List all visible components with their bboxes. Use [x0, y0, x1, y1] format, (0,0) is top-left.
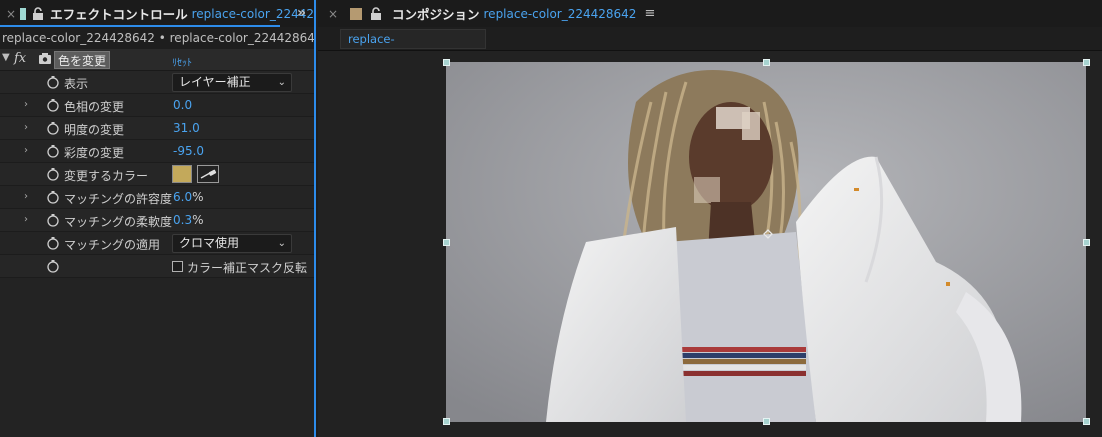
composition-title[interactable]: コンポジション — [392, 4, 480, 23]
panel-menu-icon[interactable]: ≡ — [644, 6, 655, 21]
transform-handle-bottom-center[interactable] — [763, 418, 770, 425]
stopwatch-icon[interactable] — [46, 98, 60, 112]
stopwatch-icon[interactable] — [46, 259, 60, 273]
prop-row-match-colors: マッチングの適用 クロマ使用 ⌄ — [0, 232, 314, 255]
chevron-down-icon: ⌄ — [277, 238, 286, 249]
transform-handle-top-left[interactable] — [443, 59, 450, 66]
prop-label: 明度の変更 — [64, 123, 125, 137]
expand-chevron-icon[interactable]: › — [24, 99, 28, 110]
saturation-value[interactable]: -95.0 — [173, 144, 204, 158]
composition-subtab[interactable]: replace-color_224428642 — [340, 29, 486, 64]
softness-number[interactable]: 0.3 — [173, 213, 192, 227]
percent-unit: % — [192, 213, 204, 227]
hue-value[interactable]: 0.0 — [173, 98, 192, 112]
panel-color-swatch — [350, 7, 362, 20]
prop-label: 変更するカラー — [64, 169, 149, 183]
transform-handle-mid-right[interactable] — [1083, 239, 1090, 246]
transform-handle-top-right[interactable] — [1083, 59, 1090, 66]
panel-overflow-icon[interactable]: » — [297, 5, 306, 21]
layer-path: replace-color_224428642 • replace-color_… — [0, 27, 314, 49]
close-tab-icon[interactable]: × — [328, 7, 342, 21]
percent-unit: % — [192, 190, 204, 204]
prop-row-view: 表示 レイヤー補正 ⌄ — [0, 71, 314, 94]
lock-icon[interactable] — [32, 6, 44, 21]
fx-toggle[interactable]: fx — [14, 51, 26, 66]
prop-label: マッチングの柔軟度 — [64, 215, 173, 229]
view-dropdown[interactable]: レイヤー補正 ⌄ — [172, 73, 292, 92]
stopwatch-icon[interactable] — [46, 213, 60, 227]
composition-viewer[interactable] — [318, 51, 1102, 437]
transform-handle-bottom-left[interactable] — [443, 418, 450, 425]
effect-name[interactable]: 色を変更 — [54, 51, 111, 69]
invert-mask-checkbox[interactable] — [172, 261, 183, 272]
lock-icon[interactable] — [370, 6, 386, 21]
prop-label: マッチングの適用 — [64, 238, 161, 252]
stopwatch-icon[interactable] — [46, 144, 60, 158]
transform-handle-bottom-right[interactable] — [1083, 418, 1090, 425]
video-frame-image — [446, 62, 1086, 422]
dropdown-value: レイヤー補正 — [179, 75, 251, 89]
effect-preset-icon[interactable] — [38, 52, 52, 66]
composition-subtabbar: replace-color_224428642 — [318, 27, 1102, 64]
prop-row-invert-mask: カラー補正マスク反転 — [0, 255, 314, 278]
prop-label: 色相の変更 — [64, 100, 125, 114]
effect-controls-title[interactable]: エフェクトコントロール — [50, 4, 188, 23]
transform-handle-mid-left[interactable] — [443, 239, 450, 246]
effect-controls-comp-name[interactable]: replace-color_22442 — [192, 7, 314, 21]
expand-chevron-icon[interactable]: › — [24, 145, 28, 156]
expand-chevron-icon[interactable]: › — [24, 122, 28, 133]
effect-controls-tabbar: × エフェクトコントロール replace-color_22442 — [0, 0, 314, 27]
composition-frame[interactable] — [446, 62, 1086, 422]
lightness-value[interactable]: 31.0 — [173, 121, 200, 135]
expand-chevron-icon[interactable]: › — [24, 214, 28, 225]
prop-label: マッチングの許容度 — [64, 192, 173, 206]
softness-value[interactable]: 0.3% — [173, 213, 204, 227]
composition-comp-name[interactable]: replace-color_224428642 — [484, 7, 637, 21]
effect-header: ▼ fx 色を変更 ﾘｾｯﾄ — [0, 49, 314, 71]
prop-label: 彩度の変更 — [64, 146, 125, 160]
stopwatch-icon[interactable] — [46, 75, 60, 89]
chevron-down-icon: ⌄ — [277, 77, 286, 88]
expand-chevron-icon[interactable]: › — [24, 191, 28, 202]
active-tab-underline — [0, 25, 280, 27]
panel-color-swatch — [20, 7, 27, 20]
dropdown-value: クロマ使用 — [179, 236, 240, 250]
composition-panel: × コンポジション replace-color_224428642 ≡ repl… — [318, 0, 1102, 437]
stopwatch-icon[interactable] — [46, 236, 60, 250]
transform-handle-top-center[interactable] — [763, 59, 770, 66]
close-tab-icon[interactable]: × — [6, 7, 16, 21]
stopwatch-icon[interactable] — [46, 167, 60, 181]
tolerance-number[interactable]: 6.0 — [173, 190, 192, 204]
stopwatch-icon[interactable] — [46, 190, 60, 204]
prop-row-target-color: 変更するカラー — [0, 163, 314, 186]
composition-tabbar: × コンポジション replace-color_224428642 ≡ — [318, 0, 1102, 27]
match-colors-dropdown[interactable]: クロマ使用 ⌄ — [172, 234, 292, 253]
prop-row-saturation: › 彩度の変更 -95.0 — [0, 140, 314, 163]
target-color-swatch[interactable] — [172, 165, 192, 183]
collapse-chevron-icon[interactable]: ▼ — [2, 52, 10, 63]
prop-label: 表示 — [64, 77, 89, 91]
effect-controls-panel: × エフェクトコントロール replace-color_22442 » repl… — [0, 0, 316, 437]
eyedropper-icon[interactable] — [197, 165, 219, 183]
invert-mask-label[interactable]: カラー補正マスク反転 — [187, 259, 307, 276]
stopwatch-icon[interactable] — [46, 121, 60, 135]
tolerance-value[interactable]: 6.0% — [173, 190, 204, 204]
prop-row-lightness: › 明度の変更 31.0 — [0, 117, 314, 140]
prop-row-hue: › 色相の変更 0.0 — [0, 94, 314, 117]
prop-row-softness: › マッチングの柔軟度 0.3% — [0, 209, 314, 232]
prop-row-tolerance: › マッチングの許容度 6.0% — [0, 186, 314, 209]
reset-link[interactable]: ﾘｾｯﾄ — [172, 54, 192, 69]
